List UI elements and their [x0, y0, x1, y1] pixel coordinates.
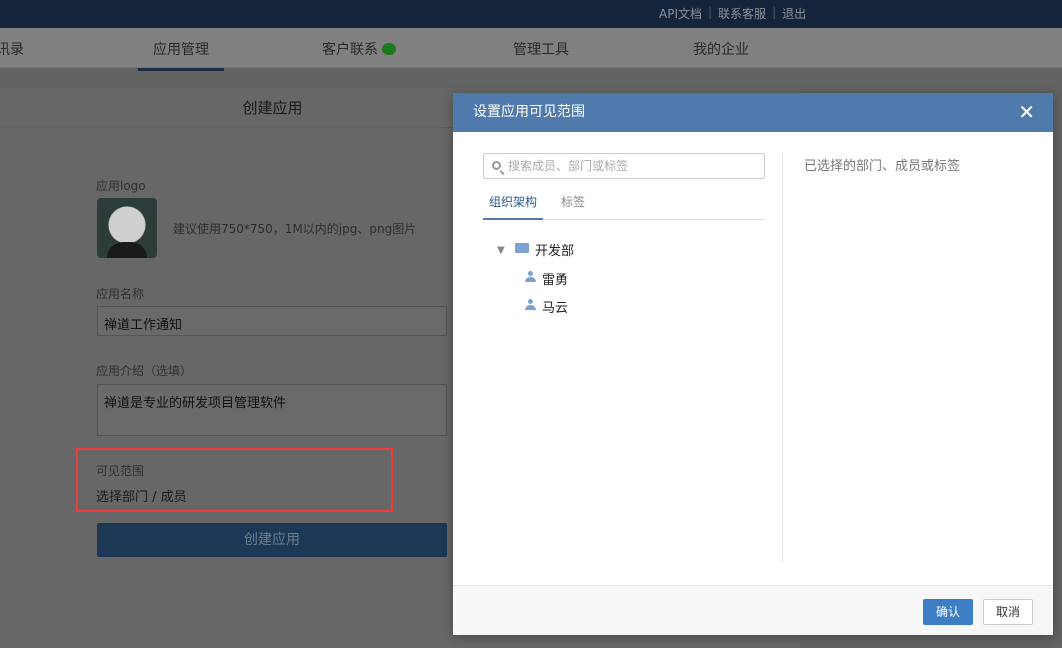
nav-admin-tools[interactable]: 管理工具: [513, 39, 569, 59]
intro-label: 应用介绍（选填）: [96, 364, 193, 378]
dialog-tabs: 组织架构 标签: [483, 185, 765, 220]
search-placeholder: 搜索成员、部门或标签: [508, 159, 629, 173]
contact-support-link[interactable]: 联系客服: [718, 5, 766, 22]
separator: |: [708, 5, 713, 19]
user-icon: [525, 271, 536, 282]
tab-tags[interactable]: 标签: [561, 193, 585, 210]
top-bar: API文档 | 联系客服 | 退出: [0, 0, 1062, 28]
logout-link[interactable]: 退出: [782, 5, 806, 22]
tab-org-structure[interactable]: 组织架构: [483, 193, 543, 220]
search-input[interactable]: 搜索成员、部门或标签: [483, 153, 765, 179]
wechat-icon: [382, 43, 396, 55]
dialog-footer: 确认 取消: [453, 585, 1053, 635]
highlight-box: [76, 448, 393, 512]
confirm-button[interactable]: 确认: [923, 599, 973, 625]
user-icon: [525, 299, 536, 310]
separator: |: [772, 5, 777, 19]
main-nav: 讯录 应用管理 客户联系 管理工具 我的企业: [0, 28, 1062, 71]
nav-my-company[interactable]: 我的企业: [693, 39, 749, 59]
create-app-button[interactable]: 创建应用: [97, 523, 447, 557]
name-label: 应用名称: [96, 287, 145, 301]
nav-customer-contact[interactable]: 客户联系: [322, 39, 396, 59]
api-docs-link[interactable]: API文档: [659, 5, 702, 22]
folder-icon: [515, 243, 529, 253]
dialog-header: 设置应用可见范围 ✕: [453, 93, 1053, 132]
close-icon[interactable]: ✕: [1018, 93, 1035, 132]
search-icon: [492, 161, 501, 170]
nav-contacts[interactable]: 讯录: [0, 39, 24, 59]
nav-app-management[interactable]: 应用管理: [138, 39, 224, 71]
logo-hint: 建议使用750*750，1M以内的jpg、png图片: [173, 222, 417, 236]
app-intro-textarea[interactable]: 禅道是专业的研发项目管理软件: [97, 384, 447, 436]
selected-title: 已选择的部门、成员或标签: [804, 159, 961, 174]
tree-member[interactable]: 雷勇: [542, 269, 568, 288]
logo-label: 应用logo: [96, 179, 146, 193]
app-logo-image[interactable]: [97, 198, 157, 258]
visibility-dialog: 设置应用可见范围 ✕ 搜索成员、部门或标签 组织架构 标签 ▼ 开发部 雷勇 马…: [453, 93, 1053, 635]
app-name-input[interactable]: 禅道工作通知: [97, 306, 447, 336]
collapse-triangle-icon[interactable]: ▼: [497, 245, 505, 256]
tree-member[interactable]: 马云: [542, 297, 568, 316]
tree-department[interactable]: 开发部: [535, 240, 574, 259]
divider: [782, 153, 783, 563]
cancel-button[interactable]: 取消: [983, 599, 1033, 625]
nav-label: 客户联系: [322, 42, 378, 58]
dialog-title: 设置应用可见范围: [473, 104, 585, 120]
